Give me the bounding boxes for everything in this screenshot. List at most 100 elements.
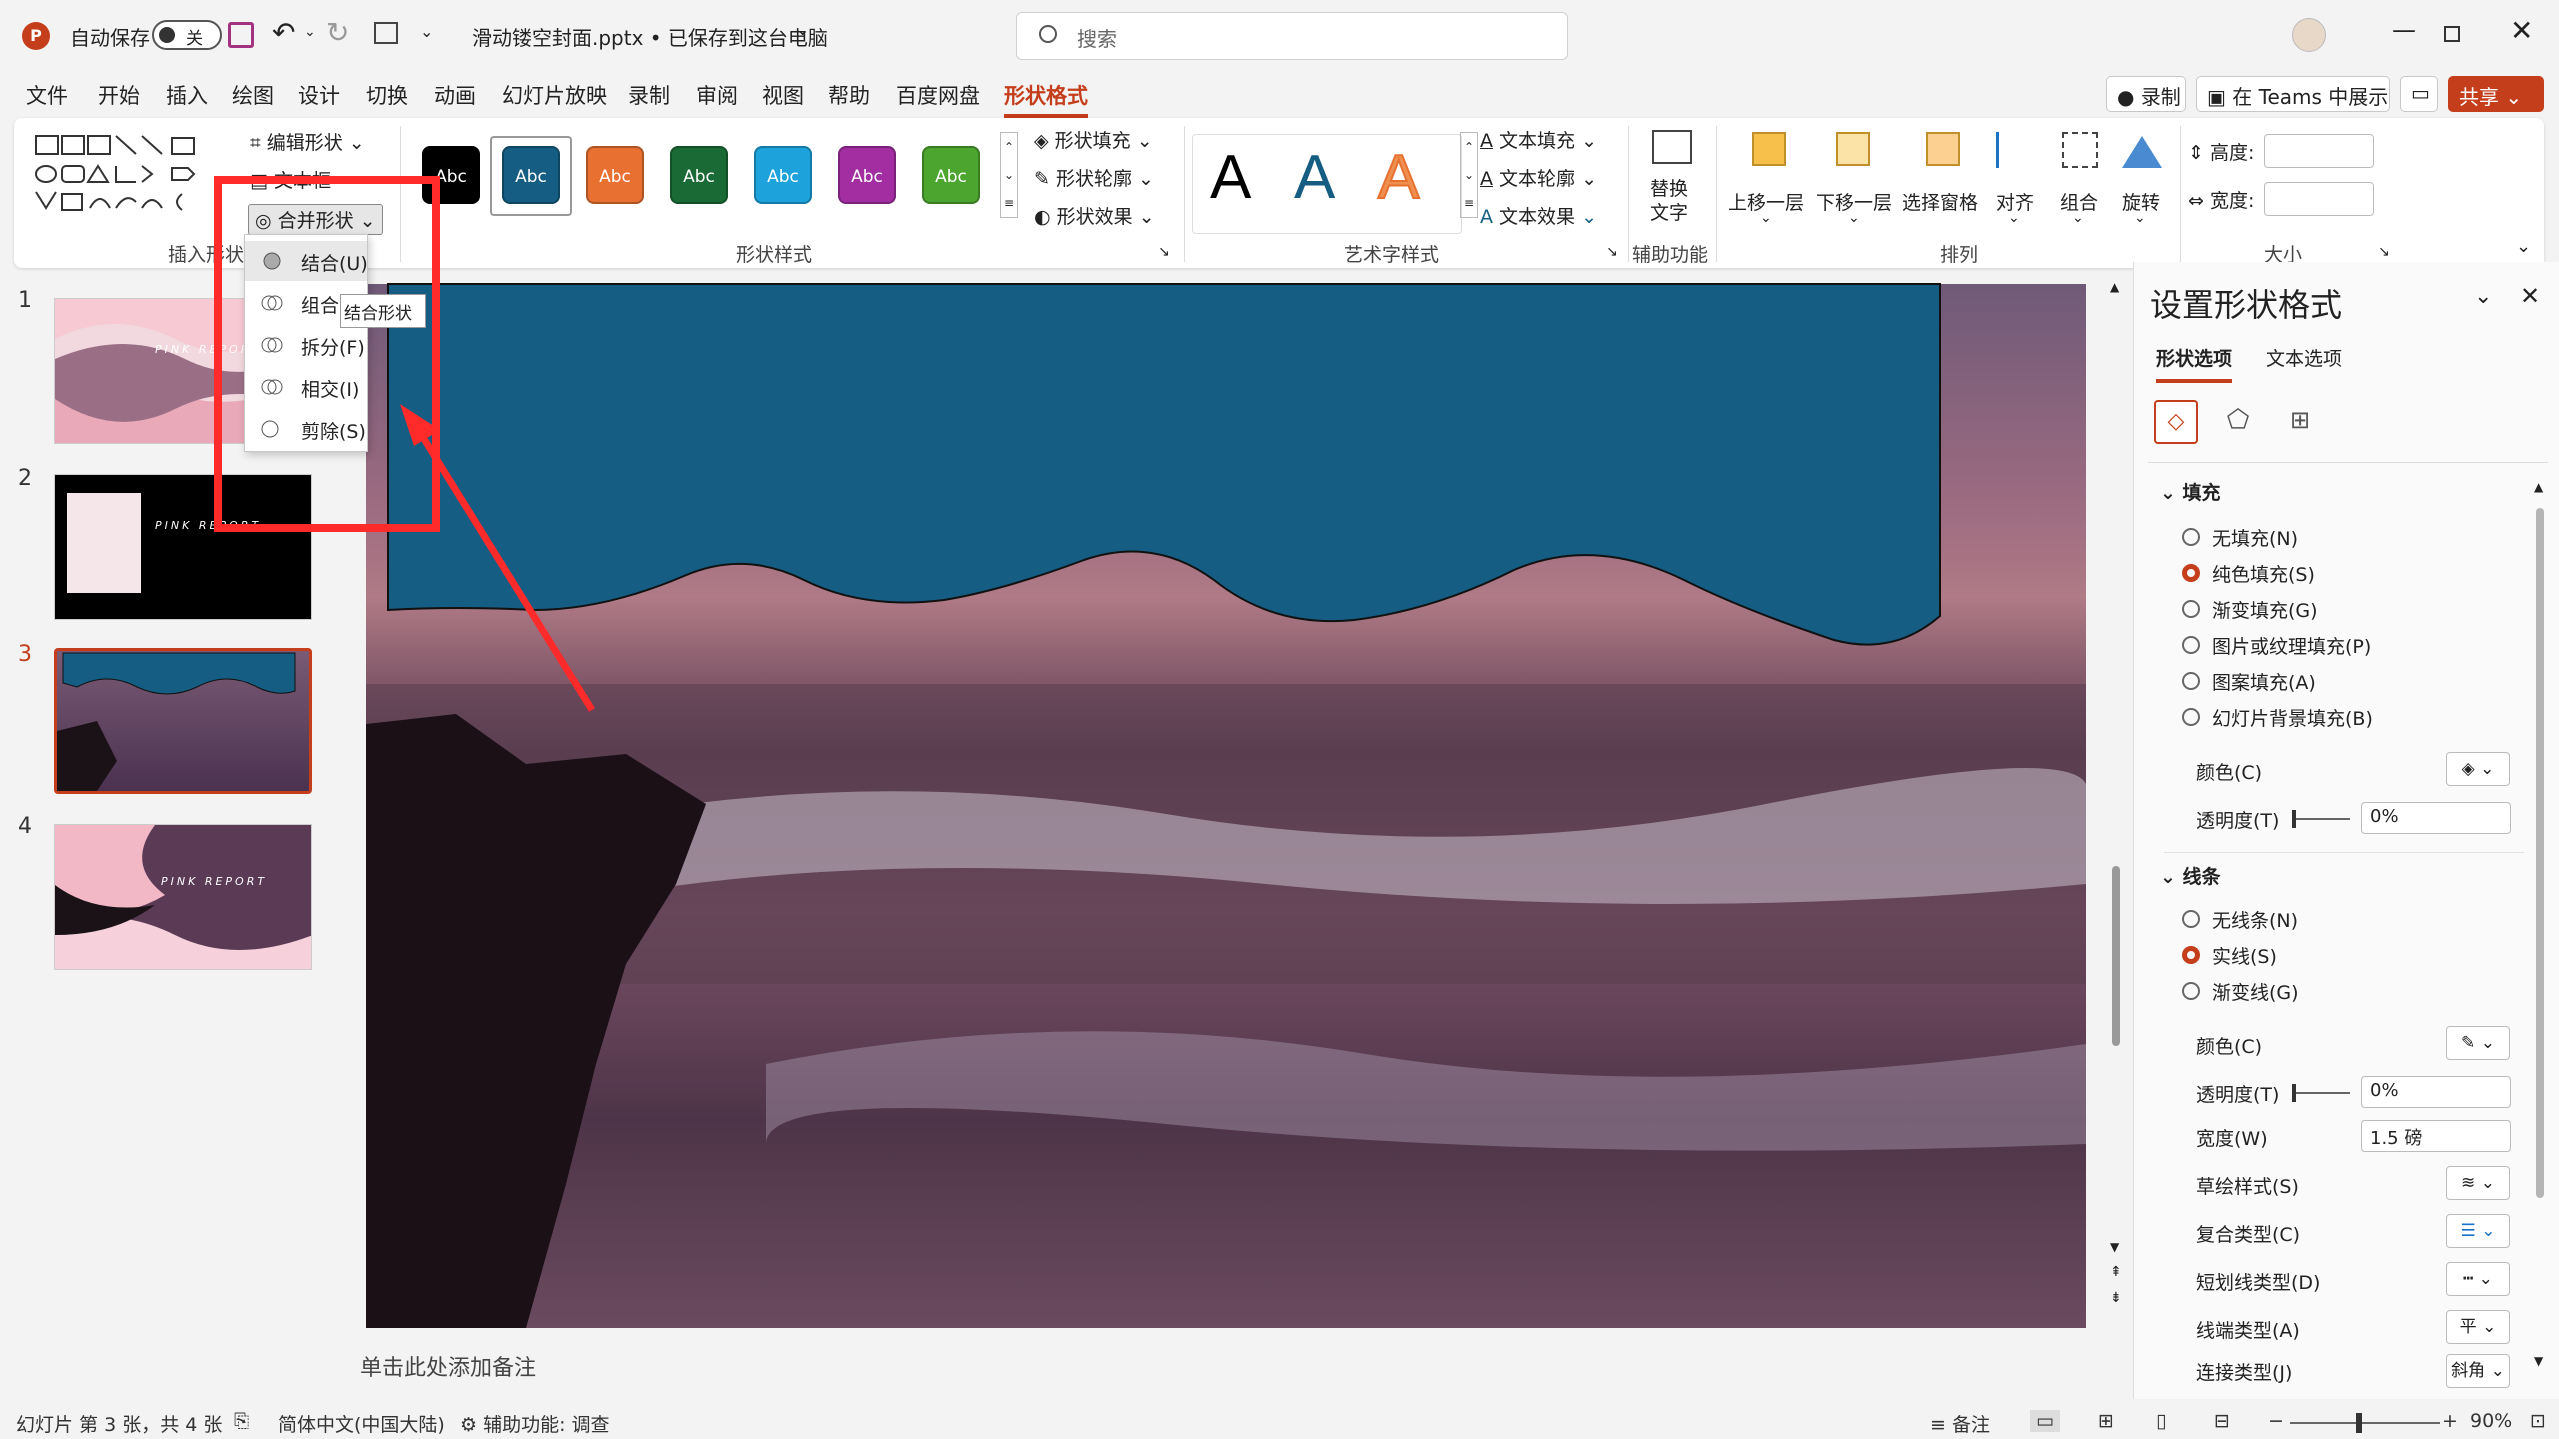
menu-animations[interactable]: 动画 xyxy=(434,80,476,110)
scroll-up-icon[interactable]: ▲ xyxy=(2534,480,2543,494)
line-width-input[interactable]: 1.5 磅 xyxy=(2361,1120,2511,1152)
scroll-up-icon[interactable]: ▲ xyxy=(2110,280,2119,294)
compound-type-dropdown[interactable]: ☰ ⌄ xyxy=(2446,1214,2510,1248)
pane-scrollbar[interactable]: ▲ ▼ xyxy=(2534,480,2546,1380)
fill-line-icon[interactable]: ◇ xyxy=(2154,400,2198,444)
normal-view-icon[interactable]: ▭ xyxy=(2030,1410,2060,1432)
save-icon[interactable] xyxy=(228,22,254,48)
zoom-in-icon[interactable]: + xyxy=(2442,1410,2458,1432)
width-input[interactable] xyxy=(2264,182,2374,216)
undo-dropdown-icon[interactable]: ⌄ xyxy=(304,24,316,40)
comments-button[interactable]: ▭ xyxy=(2400,76,2438,112)
slide-thumbnail-3-selected[interactable] xyxy=(54,648,312,794)
style-swatch-purple[interactable]: Abc xyxy=(838,146,896,204)
menu-home[interactable]: 开始 xyxy=(98,80,140,110)
shape-fill-button[interactable]: ◈ 形状填充 ⌄ xyxy=(1034,126,1153,153)
shape-styles-launcher-icon[interactable]: ↘ xyxy=(1158,244,1170,260)
language-status[interactable]: 简体中文(中国大陆) xyxy=(278,1410,445,1437)
autosave-toggle[interactable]: 关 xyxy=(152,20,222,50)
slide-sorter-icon[interactable]: ⊞ xyxy=(2098,1410,2114,1432)
record-button[interactable]: ● 录制 xyxy=(2106,76,2186,112)
radio-pattern-fill[interactable] xyxy=(2182,672,2200,690)
style-swatch-green[interactable]: Abc xyxy=(670,146,728,204)
dash-type-dropdown[interactable]: ┅ ⌄ xyxy=(2446,1262,2510,1296)
style-swatch-orange[interactable]: Abc xyxy=(586,146,644,204)
wordart-orange[interactable]: A xyxy=(1377,142,1420,213)
slider-handle[interactable] xyxy=(2292,810,2296,828)
fill-section-header[interactable]: ⌄ 填充 xyxy=(2160,478,2221,505)
wordart-gallery-scroll[interactable]: ⌃ ⌄ ≡ xyxy=(1460,132,1478,218)
bring-forward-button[interactable]: 上移一层 ⌄ xyxy=(1726,126,1808,236)
pane-scroll-thumb[interactable] xyxy=(2536,508,2544,1198)
undo-icon[interactable]: ↶ xyxy=(272,16,295,49)
notes-toggle[interactable]: ≡ 备注 xyxy=(1930,1410,1990,1437)
menu-transitions[interactable]: 切换 xyxy=(366,80,408,110)
customize-toolbar-icon[interactable]: ⌄ xyxy=(420,22,433,41)
style-swatch-blue[interactable]: Abc xyxy=(502,146,560,204)
menu-review[interactable]: 审阅 xyxy=(696,80,738,110)
shape-gallery[interactable] xyxy=(32,132,228,218)
menu-record[interactable]: 录制 xyxy=(628,80,670,110)
wordart-launcher-icon[interactable]: ↘ xyxy=(1606,244,1618,260)
scroll-down-icon[interactable]: ▼ xyxy=(2534,1354,2543,1368)
shape-effects-button[interactable]: ◐ 形状效果 ⌄ xyxy=(1034,202,1155,229)
effects-icon[interactable]: ⬠ xyxy=(2216,400,2260,444)
size-properties-icon[interactable]: ⊞ xyxy=(2278,400,2322,444)
radio-gradient-line[interactable] xyxy=(2182,982,2200,1000)
slider-handle[interactable] xyxy=(2292,1084,2296,1102)
fill-transparency-slider[interactable] xyxy=(2292,810,2350,828)
cap-type-dropdown[interactable]: 平 ⌄ xyxy=(2446,1310,2510,1344)
text-fill-button[interactable]: A 文本填充 ⌄ xyxy=(1480,126,1597,153)
shape-outline-button[interactable]: ✎ 形状轮廓 ⌄ xyxy=(1034,164,1154,191)
radio-no-fill[interactable] xyxy=(2182,528,2200,546)
slide-counter[interactable]: 幻灯片 第 3 张，共 4 张 xyxy=(16,1410,222,1437)
menu-help[interactable]: 帮助 xyxy=(828,80,870,110)
size-launcher-icon[interactable]: ↘ xyxy=(2378,244,2390,260)
sketch-style-dropdown[interactable]: ≋ ⌄ xyxy=(2446,1166,2510,1200)
menu-design[interactable]: 设计 xyxy=(298,80,340,110)
selection-pane-button[interactable]: 选择窗格 xyxy=(1900,126,1982,236)
menu-shape-format[interactable]: 形状格式 xyxy=(1004,80,1088,118)
zoom-level[interactable]: 90% xyxy=(2470,1410,2512,1432)
reading-view-icon[interactable]: ▯ xyxy=(2156,1410,2166,1432)
slide-thumbnail-4[interactable]: PINK REPORT xyxy=(54,824,312,970)
radio-picture-fill[interactable] xyxy=(2182,636,2200,654)
menu-baidu[interactable]: 百度网盘 xyxy=(896,80,980,110)
pane-options-chevron-icon[interactable]: ⌄ xyxy=(2474,284,2492,309)
share-button[interactable]: 共享 ⌄ xyxy=(2448,76,2544,112)
radio-solid-line[interactable] xyxy=(2182,946,2200,964)
wave-shape-selected[interactable] xyxy=(384,280,1944,660)
tab-shape-options[interactable]: 形状选项 xyxy=(2156,344,2233,383)
scroll-down-icon[interactable]: ▼ xyxy=(2110,1240,2119,1254)
radio-slide-bg-fill[interactable] xyxy=(2182,708,2200,726)
fill-color-picker[interactable]: ◈ ⌄ xyxy=(2446,752,2510,786)
avatar[interactable] xyxy=(2292,18,2326,52)
line-section-header[interactable]: ⌄ 线条 xyxy=(2160,862,2221,889)
close-icon[interactable]: ✕ xyxy=(2510,14,2533,47)
wordart-black[interactable]: A xyxy=(1210,142,1251,213)
group-button[interactable]: 组合 ⌄ xyxy=(2056,126,2106,236)
radio-gradient-fill[interactable] xyxy=(2182,600,2200,618)
radio-no-line[interactable] xyxy=(2182,910,2200,928)
next-slide-icon[interactable]: ⇟ xyxy=(2110,1290,2122,1306)
join-type-dropdown[interactable]: 斜角 ⌄ xyxy=(2446,1354,2510,1388)
text-outline-button[interactable]: A 文本轮廓 ⌄ xyxy=(1480,164,1597,191)
edit-shape-button[interactable]: ⌗ 编辑形状 ⌄ xyxy=(250,128,365,155)
slide-scrollbar[interactable]: ▲ ▼ ⇞ ⇟ xyxy=(2110,280,2122,1320)
zoom-slider-handle[interactable] xyxy=(2356,1413,2362,1433)
notes-area[interactable]: 单击此处添加备注 xyxy=(340,1340,2130,1396)
alt-text-button[interactable]: 替换 文字 xyxy=(1644,128,1700,228)
search-box[interactable]: 搜索 xyxy=(1016,12,1568,60)
style-swatch-lightgreen[interactable]: Abc xyxy=(922,146,980,204)
line-transparency-slider[interactable] xyxy=(2292,1084,2350,1102)
tab-text-options[interactable]: 文本选项 xyxy=(2266,344,2342,371)
prev-slide-icon[interactable]: ⇞ xyxy=(2110,1264,2122,1280)
menu-view[interactable]: 视图 xyxy=(762,80,804,110)
redo-icon[interactable]: ↻ xyxy=(326,16,349,49)
present-icon[interactable] xyxy=(374,22,398,44)
spellcheck-icon[interactable]: ⎘ xyxy=(234,1410,249,1432)
filename-chevron-icon[interactable]: ⌄ xyxy=(796,20,809,39)
slideshow-view-icon[interactable]: ⊟ xyxy=(2214,1410,2230,1432)
text-effects-button[interactable]: A 文本效果 ⌄ xyxy=(1480,202,1597,229)
line-color-picker[interactable]: ✎ ⌄ xyxy=(2446,1026,2510,1060)
